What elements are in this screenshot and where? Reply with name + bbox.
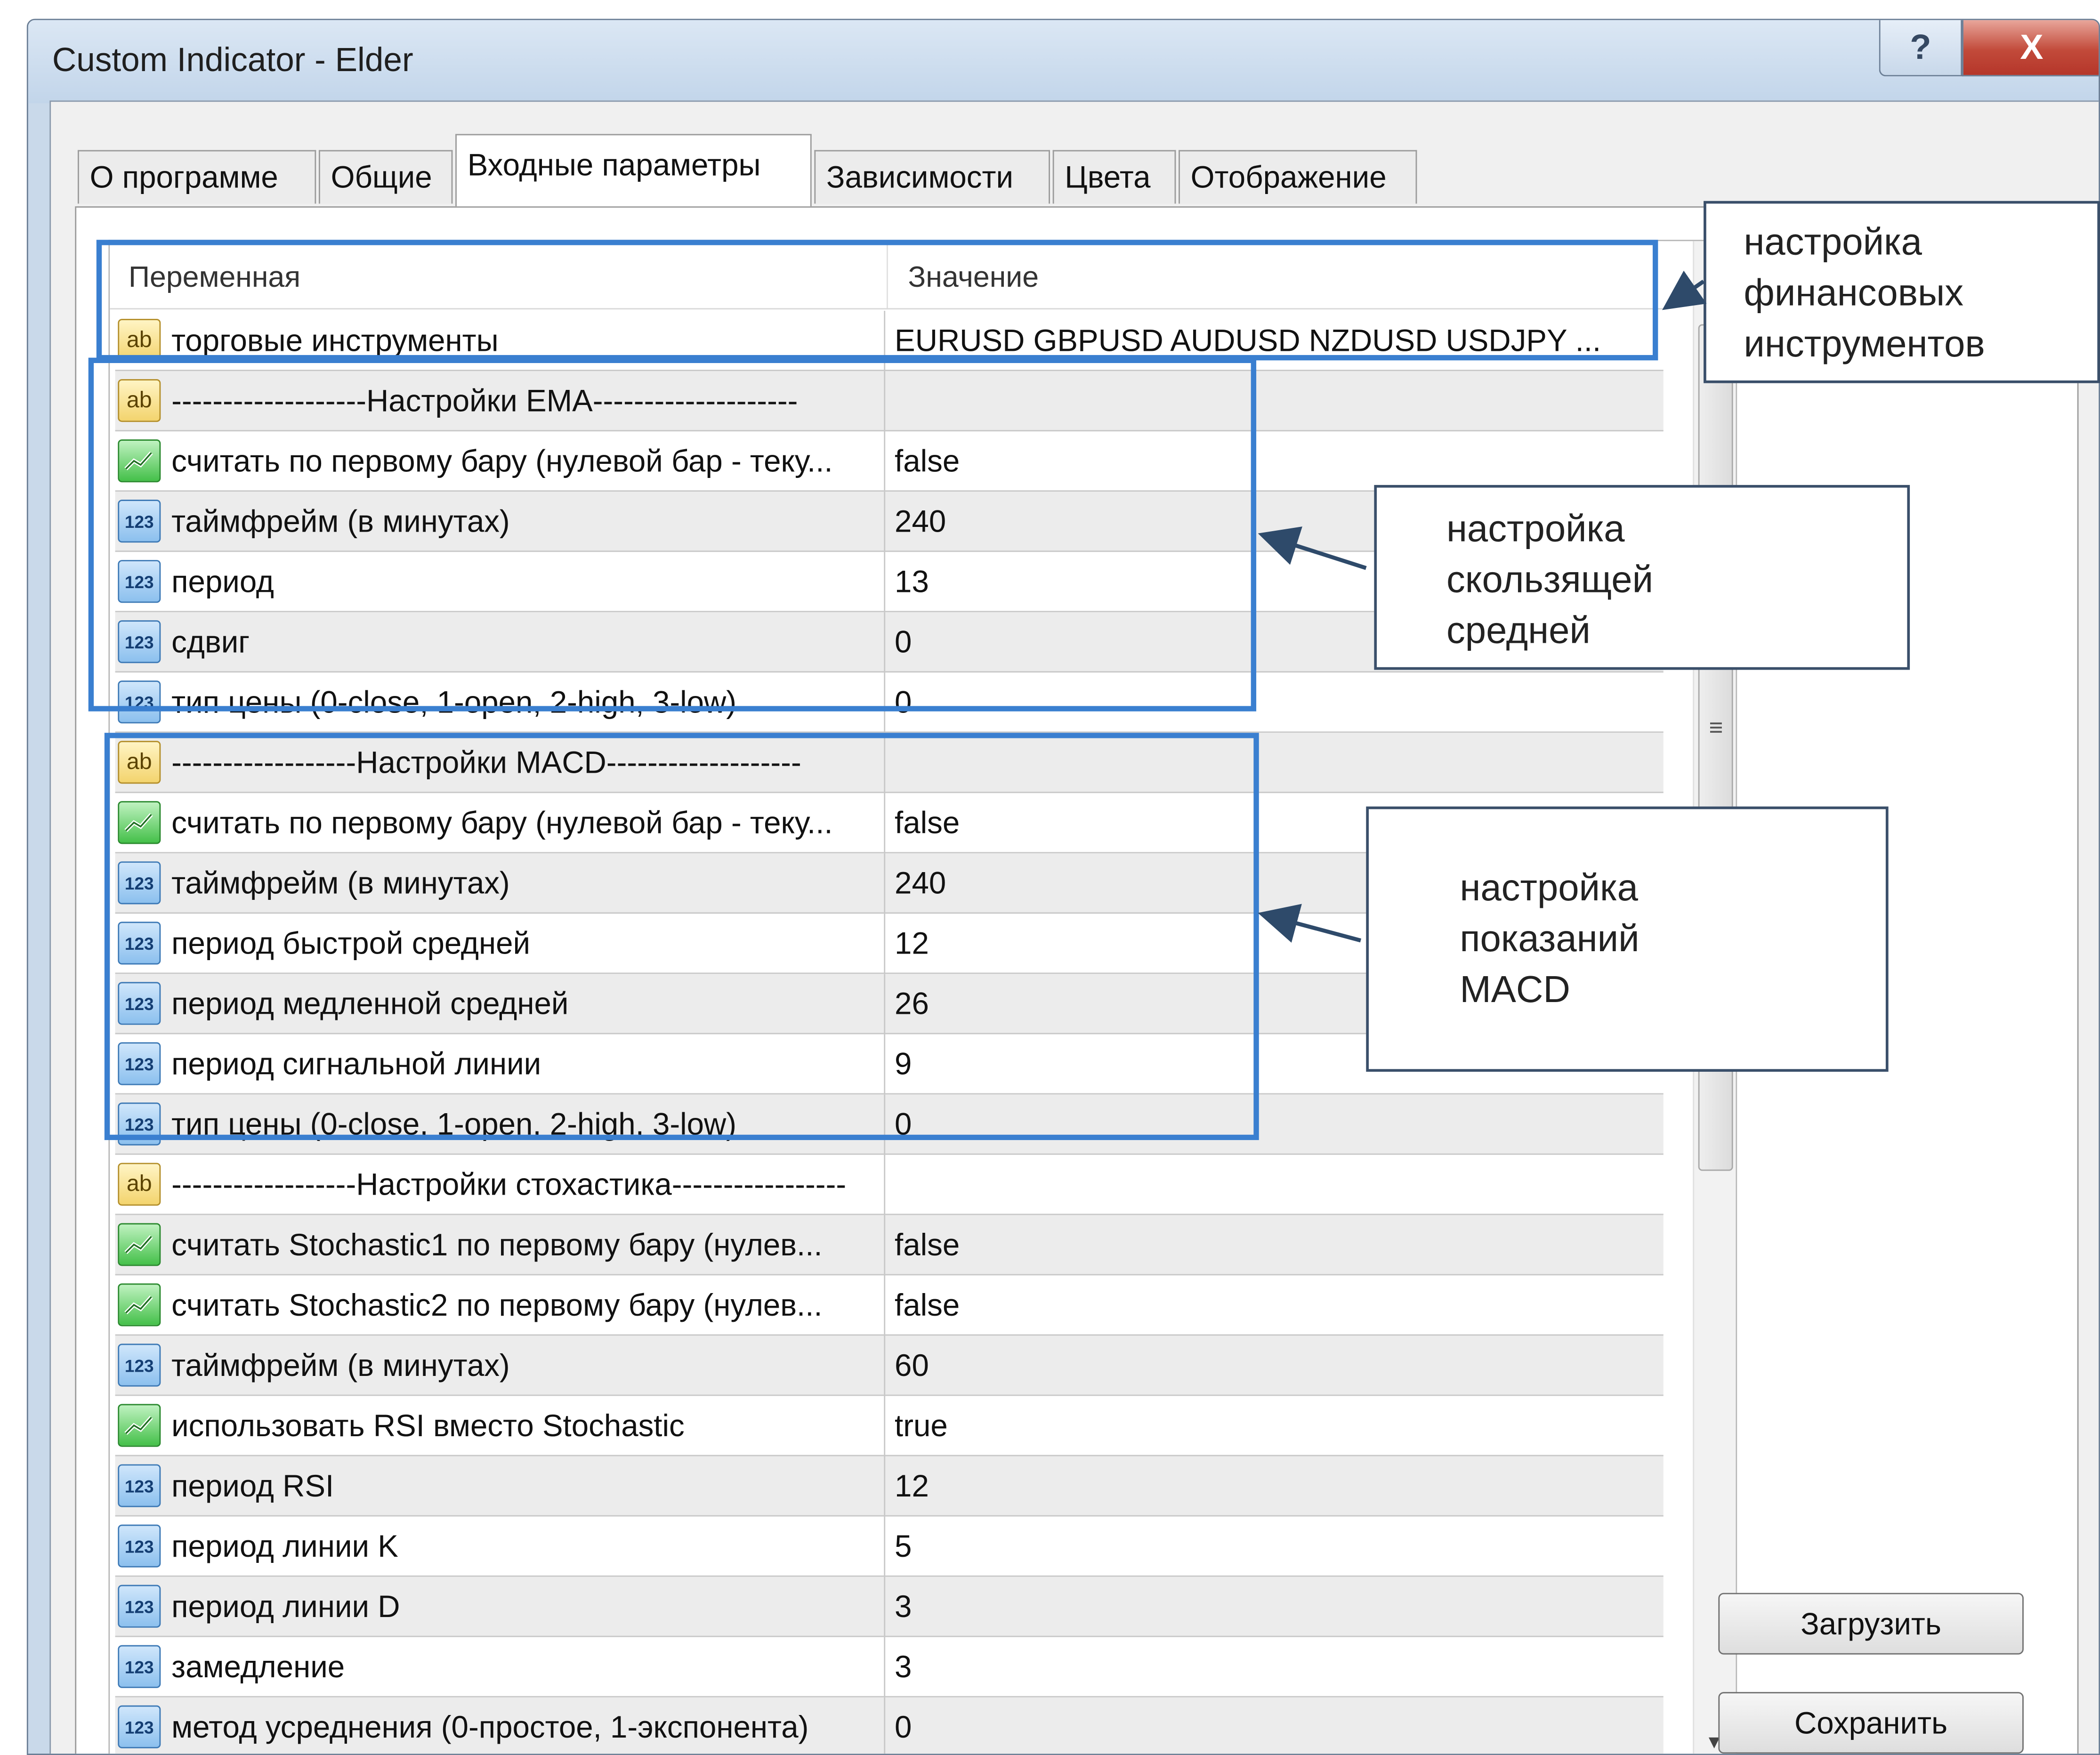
table-row[interactable]: считать Stochastic1 по первому бару (нул… xyxy=(115,1215,1664,1276)
title-bar[interactable]: Custom Indicator - Elder ? X xyxy=(28,20,2099,104)
numeric-param-icon: 123 xyxy=(118,1343,161,1387)
tab-about[interactable]: О программе xyxy=(77,150,316,204)
table-row[interactable]: 123 период линии D 3 xyxy=(115,1577,1664,1637)
cell-divider xyxy=(884,1275,886,1336)
param-value[interactable]: 3 xyxy=(895,1649,912,1685)
cell-divider xyxy=(884,1456,886,1517)
param-value[interactable]: 3 xyxy=(895,1589,912,1625)
instruments-callout-text: настройка финансовых инструментов xyxy=(1744,221,1985,364)
load-button[interactable]: Загрузить xyxy=(1718,1593,2024,1655)
param-name: период линии K xyxy=(171,1529,398,1564)
help-button[interactable]: ? xyxy=(1879,20,1963,77)
cell-divider xyxy=(884,1215,886,1276)
numeric-param-icon: 123 xyxy=(118,1464,161,1507)
tab-visualization[interactable]: Отображение xyxy=(1179,150,1417,204)
param-value[interactable]: 60 xyxy=(895,1348,929,1384)
save-button[interactable]: Сохранить xyxy=(1718,1692,2024,1754)
instruments-callout: настройка финансовых инструментов xyxy=(1704,201,2100,383)
cell-divider xyxy=(884,1637,886,1698)
table-row[interactable]: ab ------------------Настройки стохастика… xyxy=(115,1155,1664,1215)
numeric-param-icon: 123 xyxy=(118,1705,161,1748)
ema-callout: настройка скользящей средней xyxy=(1374,485,1910,670)
ema-highlight xyxy=(88,357,1257,712)
numeric-param-icon: 123 xyxy=(118,1645,161,1688)
param-name: таймфрейм (в минутах) xyxy=(171,1348,510,1383)
table-row[interactable]: 123 период RSI 12 xyxy=(115,1456,1664,1517)
param-name: использовать RSI вместо Stochastic xyxy=(171,1408,685,1443)
param-value[interactable]: false xyxy=(895,1287,960,1324)
param-value[interactable]: 12 xyxy=(895,1468,929,1504)
instruments-highlight xyxy=(96,240,1658,361)
macd-callout: настройка показаний MACD xyxy=(1366,806,1889,1072)
param-value[interactable]: true xyxy=(895,1408,948,1444)
param-name: ------------------Настройки стохастика--… xyxy=(171,1166,847,1202)
table-row[interactable]: 123 метод усреднения (0-простое, 1-экспон… xyxy=(115,1697,1664,1754)
cell-divider xyxy=(884,1335,886,1396)
tab-general[interactable]: Общие xyxy=(318,150,453,204)
tab-colors[interactable]: Цвета xyxy=(1052,150,1176,204)
left-margin xyxy=(0,0,27,1755)
cell-divider xyxy=(884,1396,886,1456)
close-button[interactable]: X xyxy=(1962,20,2099,77)
macd-highlight xyxy=(104,733,1259,1140)
cell-divider xyxy=(884,1516,886,1577)
tab-inputs[interactable]: Входные параметры xyxy=(455,134,812,207)
param-name: период RSI xyxy=(171,1468,334,1504)
cell-divider xyxy=(884,1577,886,1637)
param-value[interactable]: false xyxy=(895,1227,960,1263)
tab-dependencies[interactable]: Зависимости xyxy=(814,150,1050,204)
param-value[interactable]: 5 xyxy=(895,1529,912,1565)
boolean-param-icon xyxy=(118,1283,161,1326)
table-row[interactable]: 123 период линии K 5 xyxy=(115,1516,1664,1577)
param-name: замедление xyxy=(171,1649,345,1684)
table-row[interactable]: 123 таймфрейм (в минутах) 60 xyxy=(115,1335,1664,1396)
param-name: считать Stochastic2 по первому бару (нул… xyxy=(171,1287,823,1323)
cell-divider xyxy=(884,1155,886,1215)
grip-icon: ≡ xyxy=(1709,714,1723,741)
numeric-param-icon: 123 xyxy=(118,1585,161,1628)
ema-callout-text: настройка скользящей средней xyxy=(1446,508,1654,651)
param-value[interactable]: 0 xyxy=(895,1709,912,1746)
boolean-param-icon xyxy=(118,1404,161,1447)
table-row[interactable]: считать Stochastic2 по первому бару (нул… xyxy=(115,1275,1664,1336)
stage: Custom Indicator - Elder ? X О программе… xyxy=(0,0,2100,1755)
cell-divider xyxy=(884,1697,886,1754)
window-title: Custom Indicator - Elder xyxy=(52,41,413,79)
param-name: считать Stochastic1 по первому бару (нул… xyxy=(171,1227,823,1262)
table-row[interactable]: 123 замедление 3 xyxy=(115,1637,1664,1698)
string-param-icon: ab xyxy=(118,1163,161,1206)
table-row[interactable]: использовать RSI вместо Stochastic true xyxy=(115,1396,1664,1456)
numeric-param-icon: 123 xyxy=(118,1524,161,1568)
macd-callout-text: настройка показаний MACD xyxy=(1460,866,1640,1011)
boolean-param-icon xyxy=(118,1223,161,1266)
param-name: метод усреднения (0-простое, 1-экспонент… xyxy=(171,1709,809,1745)
param-name: период линии D xyxy=(171,1589,400,1624)
